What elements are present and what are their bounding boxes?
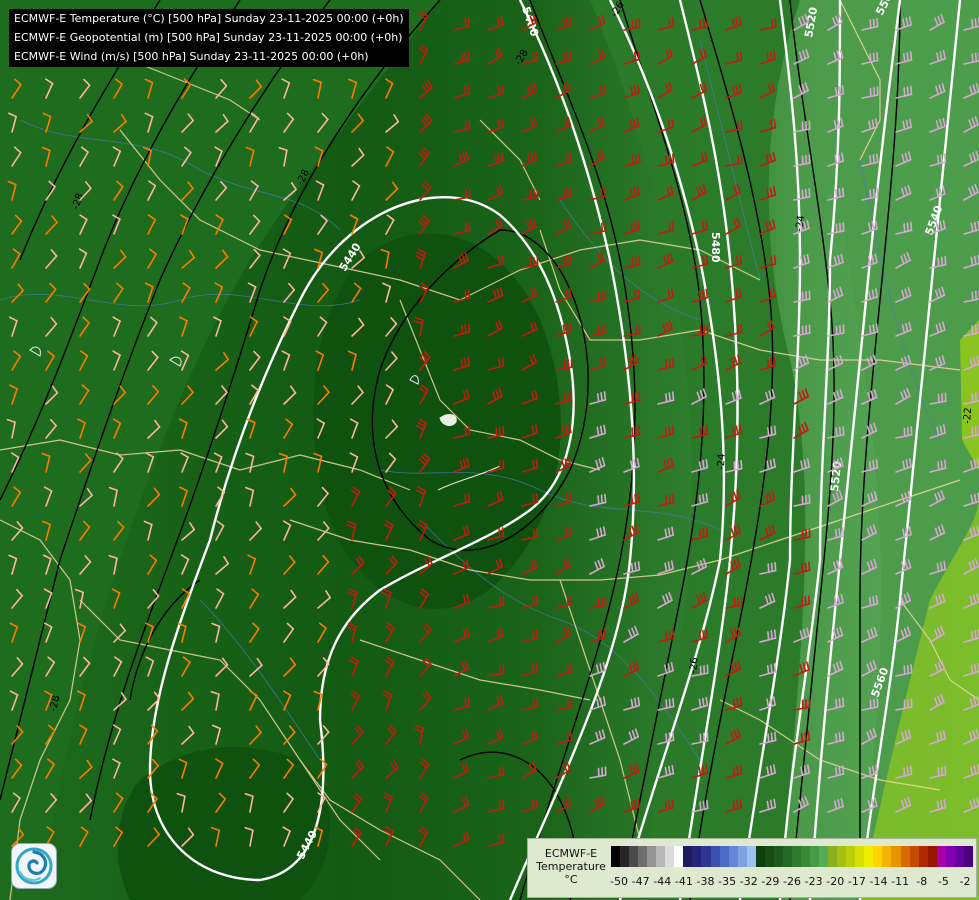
colorbar-swatch [719, 846, 729, 867]
colorbar-swatch [755, 846, 765, 867]
colorbar-swatch [909, 846, 919, 867]
colorbar-tick-label: -26 [783, 875, 801, 888]
colorbar-swatch [918, 846, 928, 867]
colorbar-title-variable: Temperature [536, 860, 606, 873]
colorbar-swatch [791, 846, 801, 867]
colorbar-swatch [855, 846, 865, 867]
colorbar-tick-label: -35 [718, 875, 737, 888]
colorbar-title: ECMWF-E Temperature °C [533, 847, 609, 886]
colorbar-tick-labels: -50 -47 -44 -41 -38 -35 -32 -29 -26 -23 -20 -17 -14-… [610, 875, 973, 889]
colorbar-swatch [864, 846, 874, 867]
title-temperature: ECMWF-E Temperature (°C) [500 hPa] Sunda… [14, 12, 404, 25]
colorbar-swatch [773, 846, 783, 867]
label-minus24-b: -24 [716, 453, 728, 470]
colorbar-swatch [656, 846, 666, 867]
colorbar-tick-label: -8 [916, 875, 928, 888]
colorbar-swatch [737, 846, 747, 867]
colorbar-tick-label: -29 [761, 875, 780, 888]
colorbar-swatch [873, 846, 883, 867]
colorbar-tick-label: -38 [696, 875, 715, 888]
colorbar-swatch [819, 846, 829, 867]
colorbar-swatch [611, 846, 621, 867]
map-title-box: ECMWF-E Temperature (°C) [500 hPa] Sunda… [9, 9, 409, 67]
label-minus26-a: -26 [688, 657, 701, 674]
ecmwf-swirl-icon[interactable] [12, 844, 56, 888]
colorbar-tick-label: -20 [826, 875, 845, 888]
colorbar-swatch [963, 846, 973, 867]
colorbar-swatch [828, 846, 838, 867]
colorbar-swatch [954, 846, 964, 867]
colorbar-tick-label: -47 [631, 875, 650, 888]
colorbar-swatch [837, 846, 847, 867]
colorbar-swatch [764, 846, 774, 867]
colorbar-swatch [846, 846, 856, 867]
colorbar-swatch [927, 846, 937, 867]
colorbar-swatch [945, 846, 955, 867]
colorbar-tick-label: -14 [869, 875, 888, 888]
colorbar-swatch [746, 846, 756, 867]
temperature-colorbar: ECMWF-E Temperature °C -50 -47 -44 -41 -38 -3… [527, 838, 977, 898]
colorbar-tick-label: -50 [610, 875, 628, 888]
label-minus22: -22 [962, 407, 974, 424]
colorbar-swatch [638, 846, 648, 867]
colorbar-swatch [782, 846, 792, 867]
colorbar-title-unit: °C [564, 873, 578, 886]
colorbar-swatch [891, 846, 901, 867]
colorbar-tick-label: -2 [959, 875, 971, 888]
colorbar-swatch [620, 846, 630, 867]
colorbar-swatch [710, 846, 720, 867]
colorbar-swatch [701, 846, 711, 867]
colorbar-swatch [674, 846, 684, 867]
title-wind: ECMWF-E Wind (m/s) [500 hPa] Sunday 23-1… [14, 50, 369, 63]
colorbar-swatch [800, 846, 811, 867]
colorbar-tick-label: -32 [739, 875, 758, 888]
label-5480-b: 5480 [709, 232, 722, 263]
colorbar-swatch [629, 846, 639, 867]
colorbar-swatch [900, 846, 910, 867]
colorbar-swatch [647, 846, 657, 867]
colorbar-swatch [936, 846, 946, 867]
colorbar-swatch [728, 846, 738, 867]
weather-map[interactable]: 5440 5440 5480 5480 5520 5520 5540 5560 … [0, 0, 979, 900]
colorbar-tick-label: -23 [804, 875, 823, 888]
colorbar-swatch [810, 846, 820, 867]
title-geopotential: ECMWF-E Geopotential (m) [500 hPa] Sunda… [14, 31, 403, 44]
colorbar-swatches [611, 846, 973, 867]
colorbar-swatch [692, 846, 702, 867]
colorbar-tick-label: -17 [847, 875, 866, 888]
colorbar-tick-label: -11 [891, 875, 910, 888]
colorbar-tick-label: -44 [653, 875, 672, 888]
colorbar-tick-label: -5 [937, 875, 949, 888]
colorbar-tick-label: -41 [674, 875, 693, 888]
colorbar-title-model: ECMWF-E [544, 847, 598, 860]
colorbar-swatch [683, 846, 693, 867]
colorbar-swatch [882, 846, 892, 867]
colorbar-swatch [665, 846, 675, 867]
